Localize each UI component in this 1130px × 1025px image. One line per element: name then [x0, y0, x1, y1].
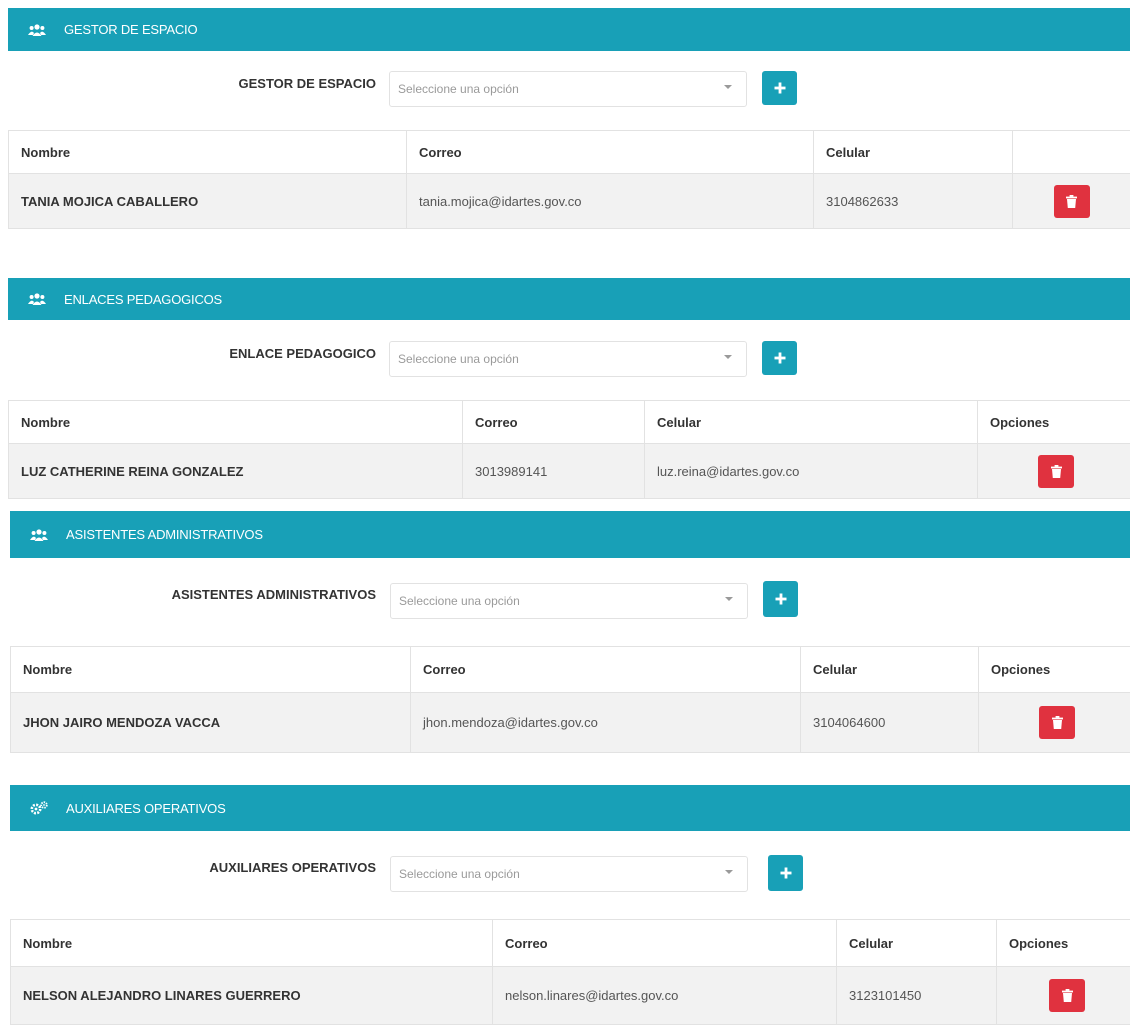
table-row: TANIA MOJICA CABALLERO tania.mojica@idar… — [9, 174, 1130, 229]
cell-opciones — [978, 444, 1130, 499]
add-button[interactable] — [762, 341, 797, 375]
header-opciones — [1013, 131, 1130, 174]
header-correo: Correo — [411, 647, 801, 693]
auxiliares-table: Nombre Correo Celular Opciones NELSON AL… — [10, 919, 1130, 1025]
add-button[interactable] — [763, 581, 798, 617]
section-title: ASISTENTES ADMINISTRATIVOS — [66, 527, 263, 542]
plus-icon — [780, 867, 792, 879]
cell-nombre: LUZ CATHERINE REINA GONZALEZ — [9, 444, 463, 499]
field-label: GESTOR DE ESPACIO — [239, 76, 377, 91]
table-row: JHON JAIRO MENDOZA VACCA jhon.mendoza@id… — [11, 693, 1130, 753]
delete-button[interactable] — [1054, 185, 1090, 218]
section-header-asistentes-administrativos: ASISTENTES ADMINISTRATIVOS — [10, 511, 1130, 558]
plus-icon — [774, 82, 786, 94]
select-placeholder: Seleccione una opción — [399, 594, 520, 608]
header-celular: Celular — [837, 920, 997, 967]
chevron-down-icon — [724, 355, 732, 359]
header-opciones: Opciones — [978, 401, 1130, 444]
cell-opciones — [979, 693, 1130, 753]
section-header-auxiliares-operativos: AUXILIARES OPERATIVOS — [10, 785, 1130, 831]
cell-correo: jhon.mendoza@idartes.gov.co — [411, 693, 801, 753]
users-icon — [26, 22, 48, 38]
chevron-down-icon — [725, 597, 733, 601]
header-correo: Correo — [407, 131, 814, 174]
asistentes-table: Nombre Correo Celular Opciones JHON JAIR… — [10, 646, 1130, 753]
header-nombre: Nombre — [9, 131, 407, 174]
header-celular: Celular — [814, 131, 1013, 174]
gestor-table: Nombre Correo Celular TANIA MOJICA CABAL… — [8, 130, 1130, 229]
header-correo: Correo — [493, 920, 837, 967]
cell-nombre: TANIA MOJICA CABALLERO — [9, 174, 407, 229]
table-row: LUZ CATHERINE REINA GONZALEZ 3013989141 … — [9, 444, 1130, 499]
chevron-down-icon — [725, 870, 733, 874]
table-row: NELSON ALEJANDRO LINARES GUERRERO nelson… — [11, 967, 1130, 1025]
header-celular: Celular — [801, 647, 979, 693]
trash-icon — [1052, 716, 1063, 729]
header-nombre: Nombre — [9, 401, 463, 444]
header-nombre: Nombre — [11, 647, 411, 693]
cell-celular: 3123101450 — [837, 967, 997, 1025]
header-nombre: Nombre — [11, 920, 493, 967]
auxiliares-select[interactable]: Seleccione una opción — [390, 856, 748, 892]
cell-correo: tania.mojica@idartes.gov.co — [407, 174, 814, 229]
field-label: ASISTENTES ADMINISTRATIVOS — [172, 587, 376, 602]
gestor-select[interactable]: Seleccione una opción — [389, 71, 747, 107]
field-label: ENLACE PEDAGOGICO — [229, 346, 376, 361]
delete-button[interactable] — [1038, 455, 1074, 488]
users-icon — [28, 527, 50, 543]
add-button[interactable] — [762, 71, 797, 105]
asistentes-select[interactable]: Seleccione una opción — [390, 583, 748, 619]
cell-celular: 3104862633 — [814, 174, 1013, 229]
header-correo: Correo — [463, 401, 645, 444]
section-header-enlaces-pedagogicos: ENLACES PEDAGOGICOS — [8, 278, 1130, 320]
section-title: GESTOR DE ESPACIO — [64, 22, 197, 37]
section-title: AUXILIARES OPERATIVOS — [66, 801, 226, 816]
trash-icon — [1062, 989, 1073, 1002]
select-placeholder: Seleccione una opción — [399, 867, 520, 881]
cell-correo: nelson.linares@idartes.gov.co — [493, 967, 837, 1025]
header-opciones: Opciones — [979, 647, 1130, 693]
delete-button[interactable] — [1039, 706, 1075, 739]
section-title: ENLACES PEDAGOGICOS — [64, 292, 222, 307]
header-opciones: Opciones — [997, 920, 1130, 967]
chevron-down-icon — [724, 85, 732, 89]
section-header-gestor-espacio: GESTOR DE ESPACIO — [8, 8, 1130, 51]
add-button[interactable] — [768, 855, 803, 891]
delete-button[interactable] — [1049, 979, 1085, 1012]
plus-icon — [775, 593, 787, 605]
enlace-select[interactable]: Seleccione una opción — [389, 341, 747, 377]
cell-opciones — [997, 967, 1130, 1025]
cell-opciones — [1013, 174, 1130, 229]
cell-celular: luz.reina@idartes.gov.co — [645, 444, 978, 499]
users-icon — [26, 291, 48, 307]
select-placeholder: Seleccione una opción — [398, 352, 519, 366]
plus-icon — [774, 352, 786, 364]
field-label: AUXILIARES OPERATIVOS — [209, 860, 376, 875]
cell-celular: 3104064600 — [801, 693, 979, 753]
cell-correo: 3013989141 — [463, 444, 645, 499]
trash-icon — [1051, 465, 1062, 478]
cogs-icon — [28, 800, 50, 816]
cell-nombre: NELSON ALEJANDRO LINARES GUERRERO — [11, 967, 493, 1025]
header-celular: Celular — [645, 401, 978, 444]
select-placeholder: Seleccione una opción — [398, 82, 519, 96]
enlaces-table: Nombre Correo Celular Opciones LUZ CATHE… — [8, 400, 1130, 499]
trash-icon — [1066, 195, 1077, 208]
cell-nombre: JHON JAIRO MENDOZA VACCA — [11, 693, 411, 753]
